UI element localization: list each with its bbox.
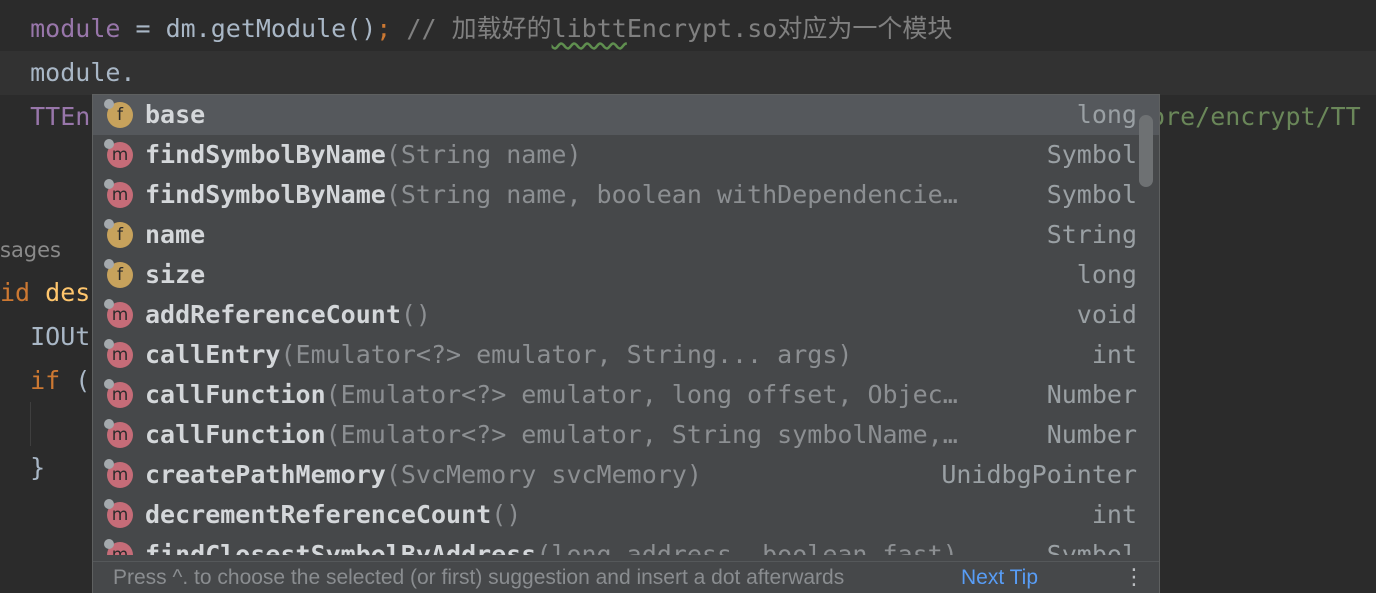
completion-type: Number (1046, 380, 1137, 409)
completion-type: String (1046, 220, 1137, 249)
completion-item[interactable]: f size long (93, 255, 1159, 295)
method-icon: m (104, 179, 133, 208)
completion-type: long (1076, 95, 1137, 135)
next-tip-link[interactable]: Next Tip (961, 562, 1038, 593)
code-semicolon: ; (376, 14, 392, 43)
code-keyword: id (0, 278, 31, 307)
completion-name: callEntry(Emulator<?> emulator, String..… (145, 340, 853, 369)
code-text: module. (30, 58, 136, 87)
spelling-warning: libtt (551, 14, 627, 43)
completion-name: createPathMemory(SvcMemory svcMemory) (145, 460, 702, 489)
completion-name: decrementReferenceCount() (145, 500, 522, 529)
completion-name: findSymbolByName(String name, boolean wi… (145, 180, 958, 209)
completion-name: findClosestSymbolByAddress(long address,… (145, 540, 958, 555)
field-icon: f (104, 259, 133, 288)
code-comment: // 加载好的libttEncrypt.so对应为一个模块 (391, 14, 953, 43)
vertical-ellipsis-icon[interactable]: ⋮ (1123, 562, 1145, 593)
completion-type: UnidbgPointer (941, 460, 1137, 489)
completion-item[interactable]: m findSymbolByName(String name, boolean … (93, 175, 1159, 215)
code-text: TTEn (30, 102, 91, 131)
code-string-fragment: ore/encrypt/TT (1150, 102, 1361, 131)
completion-list[interactable]: f base long m findSymbolByName(String na… (93, 95, 1159, 555)
code-line-2-current[interactable]: module. (0, 51, 1376, 95)
field-icon: f (104, 219, 133, 248)
completion-item[interactable]: f base long (93, 95, 1159, 135)
completion-item[interactable]: m createPathMemory(SvcMemory svcMemory) … (93, 455, 1159, 495)
code-call: dm.getModule() (165, 14, 377, 43)
completion-type: long (1076, 260, 1137, 289)
method-icon: m (104, 419, 133, 448)
method-icon: m (104, 299, 133, 328)
completion-scrollbar[interactable] (1139, 115, 1153, 187)
completion-hint: Press ^. to choose the selected (or firs… (113, 566, 845, 589)
code-method-name: des (30, 278, 91, 307)
completion-popup[interactable]: f base long m findSymbolByName(String na… (92, 94, 1160, 593)
method-icon: m (104, 459, 133, 488)
completion-item[interactable]: m callFunction(Emulator<?> emulator, lon… (93, 375, 1159, 415)
method-icon: m (104, 539, 133, 555)
field-icon: f (104, 99, 133, 128)
code-brace: } (30, 453, 46, 482)
code-text: IOUt (30, 322, 91, 351)
completion-name: findSymbolByName(String name) (145, 140, 582, 169)
completion-footer: Press ^. to choose the selected (or firs… (93, 561, 1159, 593)
completion-name: base (145, 100, 206, 129)
completion-item[interactable]: m callEntry(Emulator<?> emulator, String… (93, 335, 1159, 375)
method-icon: m (104, 499, 133, 528)
code-variable: module (30, 14, 121, 43)
completion-type: Symbol (1046, 540, 1137, 555)
completion-type: Number (1046, 420, 1137, 449)
completion-name: size (145, 260, 206, 289)
completion-name: name (145, 220, 206, 249)
indent-guide (30, 402, 31, 446)
completion-type: void (1076, 300, 1137, 329)
completion-type: Symbol (1046, 140, 1137, 169)
method-icon: m (104, 339, 133, 368)
code-keyword: if (30, 366, 61, 395)
code-operator: = (120, 14, 166, 43)
completion-item[interactable]: m addReferenceCount() void (93, 295, 1159, 335)
completion-item[interactable]: m decrementReferenceCount() int (93, 495, 1159, 535)
completion-item[interactable]: f name String (93, 215, 1159, 255)
method-icon: m (104, 139, 133, 168)
completion-item[interactable]: m callFunction(Emulator<?> emulator, Str… (93, 415, 1159, 455)
completion-item[interactable]: m findSymbolByName(String name) Symbol (93, 135, 1159, 175)
code-text: ( (60, 366, 91, 395)
method-icon: m (104, 379, 133, 408)
completion-name: callFunction(Emulator<?> emulator, long … (145, 380, 958, 409)
code-line-1: module = dm.getModule(); // 加载好的libttEnc… (0, 7, 1376, 51)
completion-type: Symbol (1046, 180, 1137, 209)
completion-name: addReferenceCount() (145, 300, 431, 329)
completion-item[interactable]: m findClosestSymbolByAddress(long addres… (93, 535, 1159, 555)
completion-type: int (1091, 500, 1137, 529)
completion-name: callFunction(Emulator<?> emulator, Strin… (145, 420, 958, 449)
completion-type: int (1091, 340, 1137, 369)
